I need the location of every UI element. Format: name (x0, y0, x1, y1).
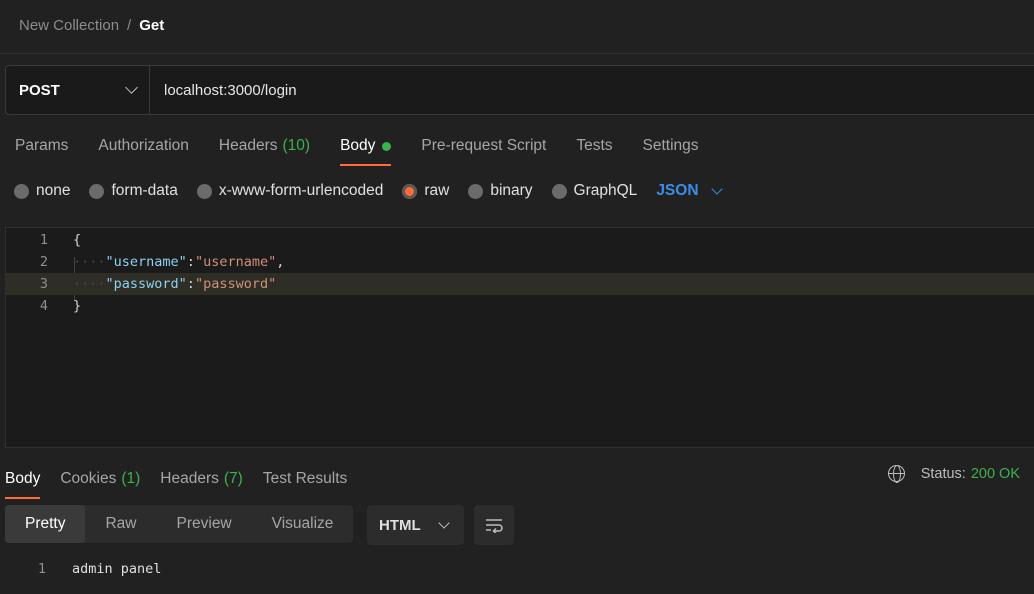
tab-pre-request-script[interactable]: Pre-request Script (421, 130, 546, 162)
tab-label: Headers (218, 137, 278, 154)
radio-button-selected[interactable] (402, 183, 418, 199)
radio-button[interactable] (468, 183, 484, 199)
chevron-down-icon (438, 516, 450, 529)
editor-line: 1 { (6, 229, 1034, 251)
json-key: "username" (105, 254, 187, 270)
radio-label: x-www-form-urlencoded (218, 182, 384, 199)
view-pretty-button[interactable]: Pretty (5, 505, 86, 543)
tab-authorization[interactable]: Authorization (98, 130, 188, 162)
tab-tests[interactable]: Tests (576, 130, 612, 162)
tab-label: Tests (576, 137, 613, 154)
code-text: ····"username":"username", (73, 254, 285, 270)
radio-urlencoded[interactable]: x-www-form-urlencoded (196, 182, 384, 200)
code-text: } (73, 298, 82, 314)
response-tab-body[interactable]: Body (5, 463, 41, 499)
breadcrumb-collection[interactable]: New Collection (19, 17, 119, 34)
editor-line-current: 3 ····"password":"password" (6, 273, 1034, 295)
tab-label: Cookies (60, 470, 117, 487)
code-text: { (73, 232, 82, 248)
editor-line: 4 } (6, 295, 1034, 317)
radio-label: raw (424, 182, 450, 199)
status-label: Status: (920, 465, 966, 482)
radio-button[interactable] (551, 183, 567, 199)
status-value[interactable]: 200 OK (971, 466, 1020, 482)
line-number: 1 (37, 561, 46, 577)
cookies-count: (1) (121, 470, 141, 487)
response-body-text: admin panel (72, 561, 162, 577)
body-editor[interactable]: 1 { 2 ····"username":"username", 3 ····"… (5, 227, 1034, 448)
response-tab-cookies[interactable]: Cookies (1) (60, 463, 140, 495)
tab-headers[interactable]: Headers (10) (219, 130, 310, 162)
chevron-down-icon (710, 182, 723, 195)
json-value: "password" (194, 276, 277, 292)
json-key: "password" (105, 276, 187, 292)
radio-label: GraphQL (573, 182, 638, 199)
radio-binary[interactable]: binary (468, 182, 533, 200)
tab-body[interactable]: Body (340, 130, 392, 166)
tab-label: Settings (642, 137, 699, 154)
trailing-punctuation: , (276, 254, 285, 270)
tab-label: Body (5, 470, 41, 487)
code-text: ····"password":"password" (73, 276, 277, 292)
line-number: 4 (39, 298, 48, 314)
radio-none[interactable]: none (14, 182, 70, 200)
url-input[interactable]: localhost:3000/login (150, 82, 297, 99)
response-tab-test-results[interactable]: Test Results (263, 463, 347, 495)
response-tabs: Body Cookies (1) Headers (7) Test Results (5, 463, 367, 499)
response-status: Status: 200 OK (887, 465, 1020, 483)
body-type-options: none form-data x-www-form-urlencoded raw… (14, 180, 723, 202)
view-preview-button[interactable]: Preview (157, 505, 252, 543)
method-select[interactable]: POST (6, 66, 150, 114)
json-value: "username" (194, 254, 277, 270)
breadcrumb: New Collection / Get (19, 15, 164, 35)
tab-label: Test Results (262, 470, 348, 487)
view-visualize-button[interactable]: Visualize (252, 505, 354, 543)
radio-label: form-data (111, 182, 178, 199)
radio-label: none (36, 182, 71, 199)
request-tabs: Params Authorization Headers (10) Body Pr… (15, 130, 729, 166)
radio-form-data[interactable]: form-data (89, 182, 178, 200)
response-tab-headers[interactable]: Headers (7) (160, 463, 243, 495)
radio-button[interactable] (89, 183, 105, 199)
line-number: 3 (39, 276, 48, 292)
request-name[interactable]: Get (139, 17, 164, 34)
response-view-modes: Pretty Raw Preview Visualize (5, 505, 354, 543)
radio-button[interactable] (14, 183, 29, 199)
tab-label: Authorization (98, 137, 189, 154)
wrap-lines-button[interactable] (474, 505, 514, 545)
tab-label: Pre-request Script (421, 137, 547, 154)
wrap-lines-icon (486, 519, 503, 533)
response-body-line: 1 admin panel (0, 558, 162, 580)
breadcrumb-separator: / (127, 16, 132, 34)
radio-graphql[interactable]: GraphQL (551, 182, 638, 200)
chevron-down-icon (125, 81, 138, 94)
divider (0, 53, 1034, 54)
tab-settings[interactable]: Settings (643, 130, 699, 162)
body-format-select[interactable]: JSON (656, 182, 723, 200)
editor-line: 2 ····"username":"username", (6, 251, 1034, 273)
line-number: 2 (39, 254, 48, 270)
tab-label: Headers (160, 470, 219, 487)
globe-icon[interactable] (887, 465, 905, 483)
tab-label: Body (340, 137, 376, 154)
url-bar: POST localhost:3000/login (5, 65, 1034, 115)
body-active-dot (382, 141, 392, 151)
tab-params[interactable]: Params (15, 130, 68, 162)
headers-count: (10) (282, 137, 311, 154)
radio-label: binary (490, 182, 533, 199)
tab-label: Params (15, 137, 69, 154)
response-format-label: HTML (379, 516, 421, 534)
method-label: POST (19, 81, 60, 99)
radio-button[interactable] (196, 183, 212, 199)
radio-raw[interactable]: raw (402, 182, 449, 200)
view-raw-button[interactable]: Raw (85, 505, 156, 543)
line-number: 1 (39, 232, 48, 248)
response-format-select[interactable]: HTML (367, 505, 464, 545)
response-headers-count: (7) (223, 470, 243, 487)
body-format-label: JSON (656, 182, 699, 199)
